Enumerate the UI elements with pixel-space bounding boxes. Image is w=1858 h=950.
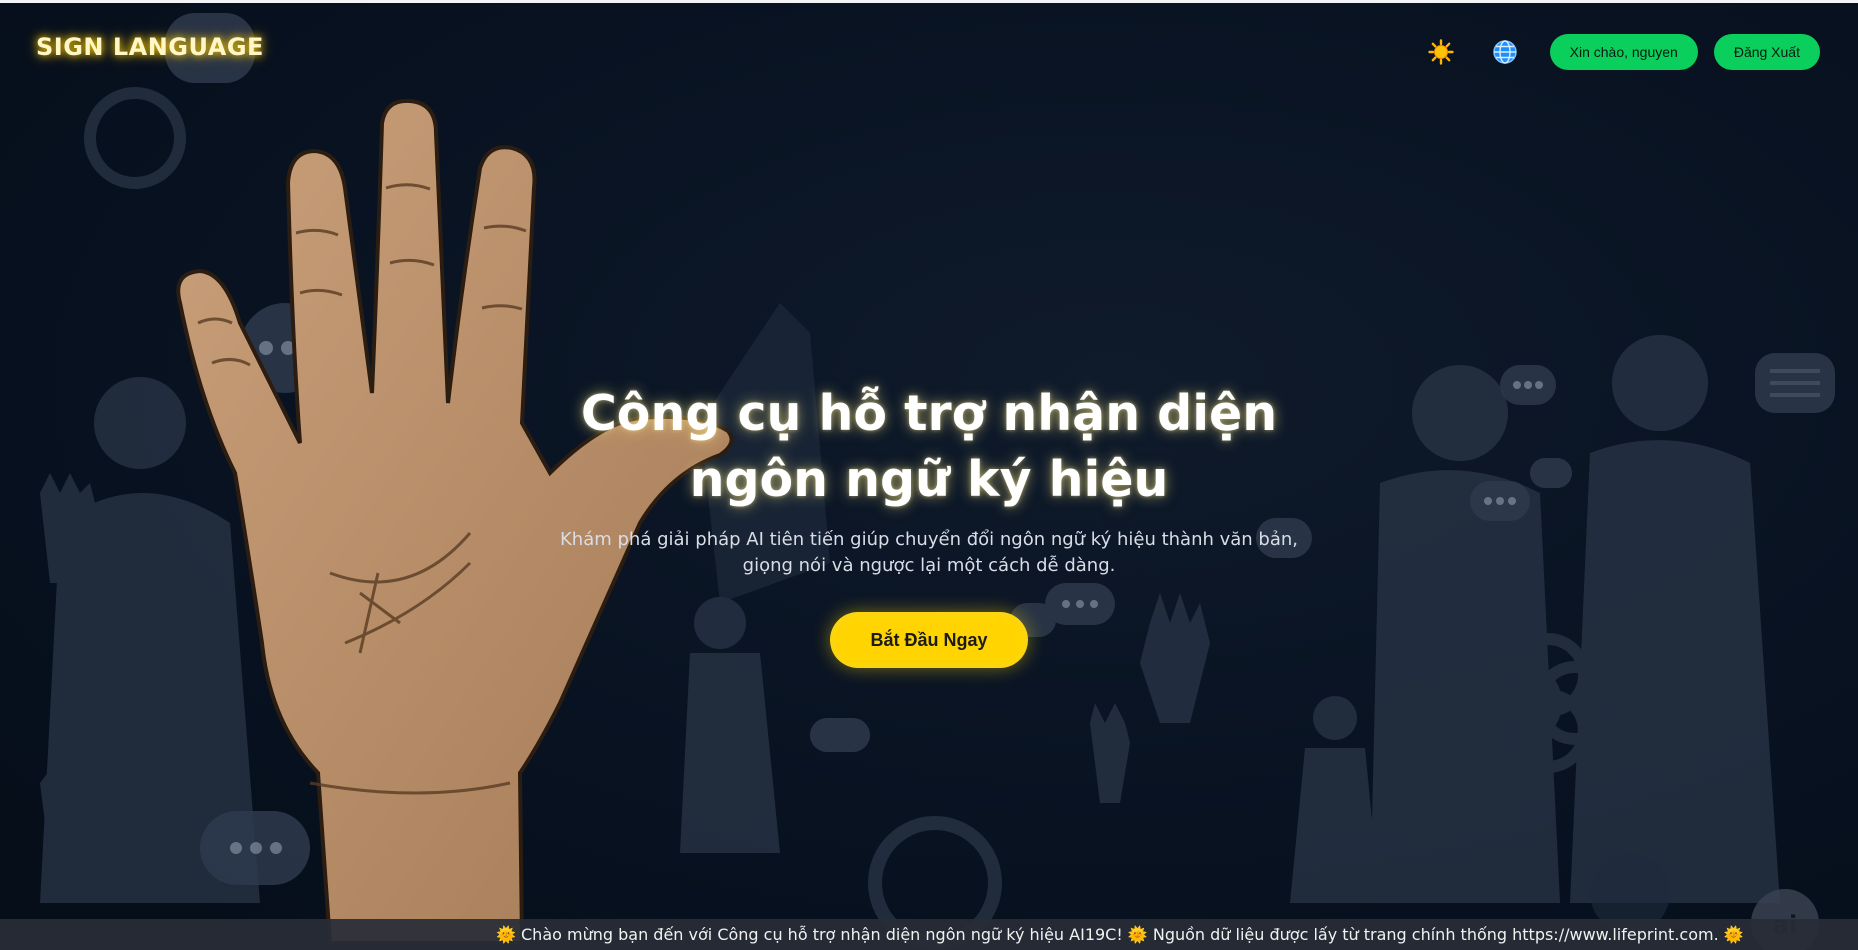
logout-button[interactable]: Đăng Xuất [1713,34,1820,70]
theme-toggle-button[interactable] [1422,33,1460,71]
get-started-button[interactable]: Bắt Đầu Ngay [830,612,1028,668]
ticker-text: 🌞 Chào mừng bạn đến với Công cụ hỗ trợ n… [496,925,1744,944]
brand-logo[interactable]: SIGN LANGUAGE [36,33,264,61]
announcement-ticker: 🌞 Chào mừng bạn đến với Công cụ hỗ trợ n… [0,919,1858,950]
language-button[interactable] [1486,33,1524,71]
header-actions: Xin chào, nguyen Đăng Xuất [1422,33,1820,71]
hero-section: Công cụ hỗ trợ nhận diện ngôn ngữ ký hiệ… [0,381,1858,579]
hero-title: Công cụ hỗ trợ nhận diện ngôn ngữ ký hiệ… [580,385,1278,508]
sun-icon [1427,39,1454,65]
globe-icon [1492,40,1517,64]
hero-stage: ai SIGN LANGUAGE [0,3,1858,950]
hero-subtitle: Khám phá giải pháp AI tiên tiến giúp chu… [560,529,1298,576]
user-greeting-button[interactable]: Xin chào, nguyen [1549,34,1698,70]
